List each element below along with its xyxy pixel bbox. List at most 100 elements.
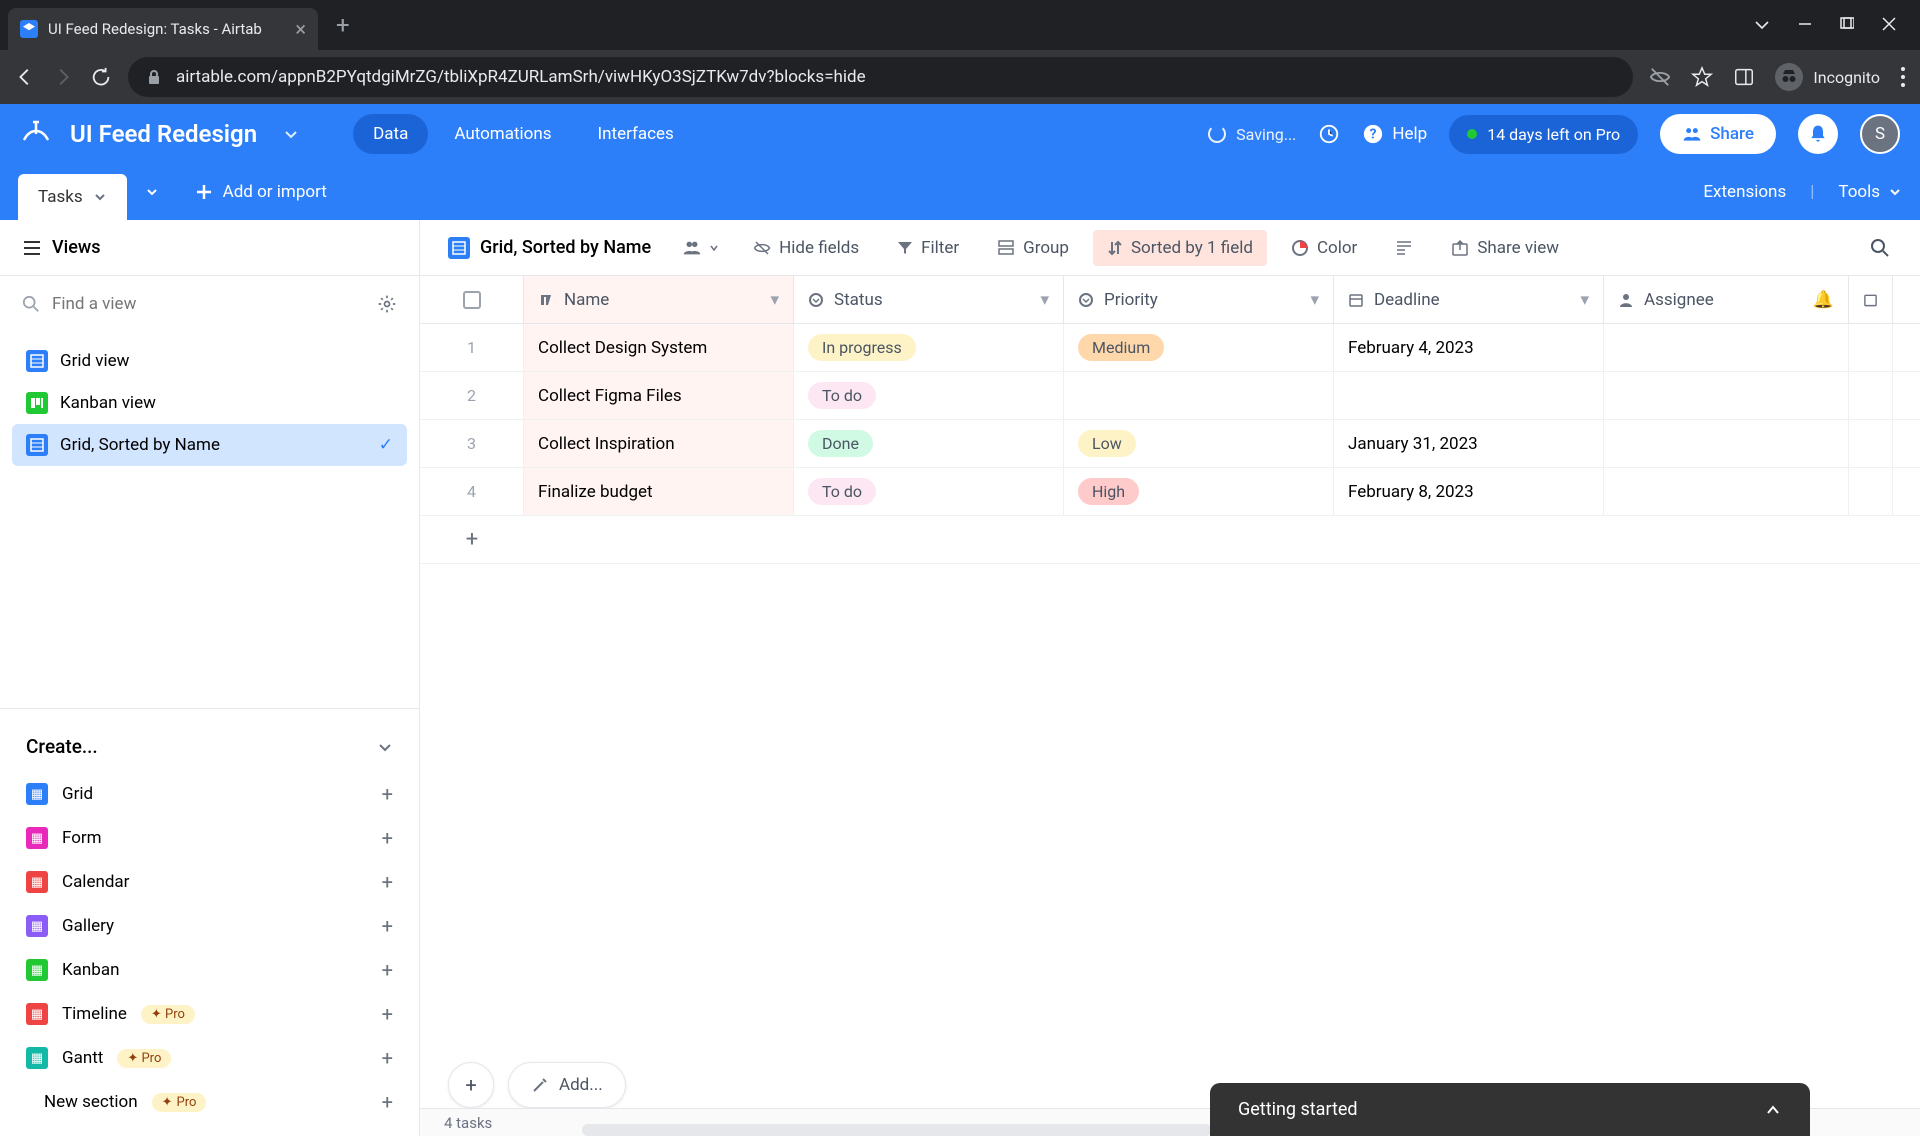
browser-menu-icon[interactable] <box>1900 66 1906 88</box>
create-view-item[interactable]: ▦Gallery+ <box>0 904 419 948</box>
extensions-button[interactable]: Extensions <box>1703 182 1786 202</box>
chevron-down-icon[interactable]: ▾ <box>1580 290 1589 310</box>
forward-button[interactable] <box>52 66 74 88</box>
base-title[interactable]: UI Feed Redesign <box>70 120 257 148</box>
column-header-status[interactable]: Status▾ <box>794 276 1064 323</box>
create-view-item[interactable]: ▦Gantt✦ Pro+ <box>0 1036 419 1080</box>
window-maximize-icon[interactable] <box>1840 17 1854 33</box>
help-button[interactable]: ? Help <box>1362 123 1427 145</box>
chevron-down-icon[interactable]: ▾ <box>1310 290 1319 310</box>
trial-pill[interactable]: 14 days left on Pro <box>1449 115 1638 154</box>
table-menu-button[interactable] <box>127 185 177 199</box>
add-table-button[interactable]: Add or import <box>177 182 345 202</box>
cell-name[interactable]: Finalize budget <box>524 468 794 515</box>
cell-extra[interactable] <box>1849 468 1893 515</box>
cell-deadline[interactable]: February 8, 2023 <box>1334 468 1604 515</box>
add-row[interactable]: + <box>420 516 1920 564</box>
tools-button[interactable]: Tools <box>1838 182 1902 202</box>
header-tab-automations[interactable]: Automations <box>434 114 571 154</box>
cell-deadline[interactable]: January 31, 2023 <box>1334 420 1604 467</box>
column-header-assignee[interactable]: Assignee🔔 <box>1604 276 1849 323</box>
select-all-cell[interactable] <box>420 276 524 323</box>
collaborators-button[interactable] <box>671 237 729 259</box>
view-item[interactable]: Kanban view <box>12 382 407 424</box>
table-row[interactable]: 1 Collect Design System In progress Medi… <box>420 324 1920 372</box>
cell-priority[interactable]: Medium <box>1064 324 1334 371</box>
group-button[interactable]: Group <box>983 230 1083 266</box>
cell-status[interactable]: Done <box>794 420 1064 467</box>
view-item[interactable]: Grid, Sorted by Name✓ <box>12 424 407 466</box>
eye-off-icon[interactable] <box>1649 66 1671 88</box>
cell-extra[interactable] <box>1849 420 1893 467</box>
cell-assignee[interactable] <box>1604 468 1849 515</box>
window-minimize-icon[interactable] <box>1798 17 1812 33</box>
column-header-name[interactable]: Name▾ <box>524 276 794 323</box>
find-view-input[interactable] <box>52 294 365 314</box>
add-record-button[interactable]: + <box>448 1062 494 1108</box>
cell-assignee[interactable] <box>1604 324 1849 371</box>
bell-icon[interactable]: 🔔 <box>1813 290 1834 310</box>
create-view-item[interactable]: ▦Timeline✦ Pro+ <box>0 992 419 1036</box>
cell-status[interactable]: To do <box>794 468 1064 515</box>
cell-name[interactable]: Collect Figma Files <box>524 372 794 419</box>
new-section-button[interactable]: New section ✦ Pro + <box>0 1080 419 1124</box>
side-panel-icon[interactable] <box>1733 66 1755 88</box>
hide-fields-button[interactable]: Hide fields <box>739 230 873 266</box>
cell-extra[interactable] <box>1849 372 1893 419</box>
color-button[interactable]: Color <box>1277 230 1371 266</box>
view-item[interactable]: Grid view <box>12 340 407 382</box>
cell-name[interactable]: Collect Inspiration <box>524 420 794 467</box>
share-view-button[interactable]: Share view <box>1437 230 1573 266</box>
table-row[interactable]: 3 Collect Inspiration Done Low January 3… <box>420 420 1920 468</box>
history-button[interactable] <box>1318 123 1340 145</box>
header-tab-data[interactable]: Data <box>353 114 428 154</box>
table-row[interactable]: 4 Finalize budget To do High February 8,… <box>420 468 1920 516</box>
create-view-item[interactable]: ▦Calendar+ <box>0 860 419 904</box>
user-avatar[interactable]: S <box>1860 114 1900 154</box>
current-view-name[interactable]: Grid, Sorted by Name <box>438 237 661 259</box>
incognito-indicator[interactable]: Incognito <box>1775 63 1880 91</box>
filter-button[interactable]: Filter <box>883 230 973 266</box>
close-tab-icon[interactable]: × <box>295 17 306 41</box>
bookmark-star-icon[interactable] <box>1691 66 1713 88</box>
view-settings-icon[interactable] <box>377 294 397 314</box>
search-button[interactable] <box>1858 238 1902 258</box>
window-close-icon[interactable] <box>1882 17 1896 33</box>
base-icon[interactable] <box>20 118 52 150</box>
column-header-extra[interactable] <box>1849 276 1893 323</box>
create-view-header[interactable]: Create... <box>0 721 419 772</box>
views-toggle[interactable]: Views <box>22 237 100 258</box>
reload-button[interactable] <box>90 66 112 88</box>
getting-started-panel[interactable]: Getting started <box>1210 1083 1810 1136</box>
create-view-item[interactable]: ▦Form+ <box>0 816 419 860</box>
horizontal-scrollbar[interactable] <box>582 1124 1212 1136</box>
new-tab-button[interactable]: + <box>322 11 364 39</box>
cell-name[interactable]: Collect Design System <box>524 324 794 371</box>
cell-priority[interactable]: Low <box>1064 420 1334 467</box>
cell-status[interactable]: To do <box>794 372 1064 419</box>
back-button[interactable] <box>14 66 36 88</box>
create-view-item[interactable]: ▦Grid+ <box>0 772 419 816</box>
row-height-button[interactable] <box>1381 231 1427 265</box>
table-row[interactable]: 2 Collect Figma Files To do <box>420 372 1920 420</box>
base-menu-chevron-icon[interactable] <box>283 126 299 142</box>
tab-search-icon[interactable] <box>1754 17 1770 33</box>
browser-tab-active[interactable]: UI Feed Redesign: Tasks - Airtab × <box>8 8 318 50</box>
create-view-item[interactable]: ▦Kanban+ <box>0 948 419 992</box>
notifications-button[interactable] <box>1798 114 1838 154</box>
sort-button[interactable]: Sorted by 1 field <box>1093 230 1267 266</box>
cell-deadline[interactable]: February 4, 2023 <box>1334 324 1604 371</box>
column-header-deadline[interactable]: Deadline▾ <box>1334 276 1604 323</box>
cell-assignee[interactable] <box>1604 420 1849 467</box>
table-tab-tasks[interactable]: Tasks <box>18 174 127 220</box>
cell-assignee[interactable] <box>1604 372 1849 419</box>
column-header-priority[interactable]: Priority▾ <box>1064 276 1334 323</box>
url-field[interactable]: airtable.com/appnB2PYqtdgiMrZG/tbliXpR4Z… <box>128 57 1633 97</box>
chevron-down-icon[interactable]: ▾ <box>1040 290 1049 310</box>
chevron-down-icon[interactable]: ▾ <box>770 290 779 310</box>
quick-add-button[interactable]: Add... <box>508 1062 626 1108</box>
share-button[interactable]: Share <box>1660 114 1776 154</box>
header-tab-interfaces[interactable]: Interfaces <box>578 114 694 154</box>
cell-status[interactable]: In progress <box>794 324 1064 371</box>
cell-extra[interactable] <box>1849 324 1893 371</box>
